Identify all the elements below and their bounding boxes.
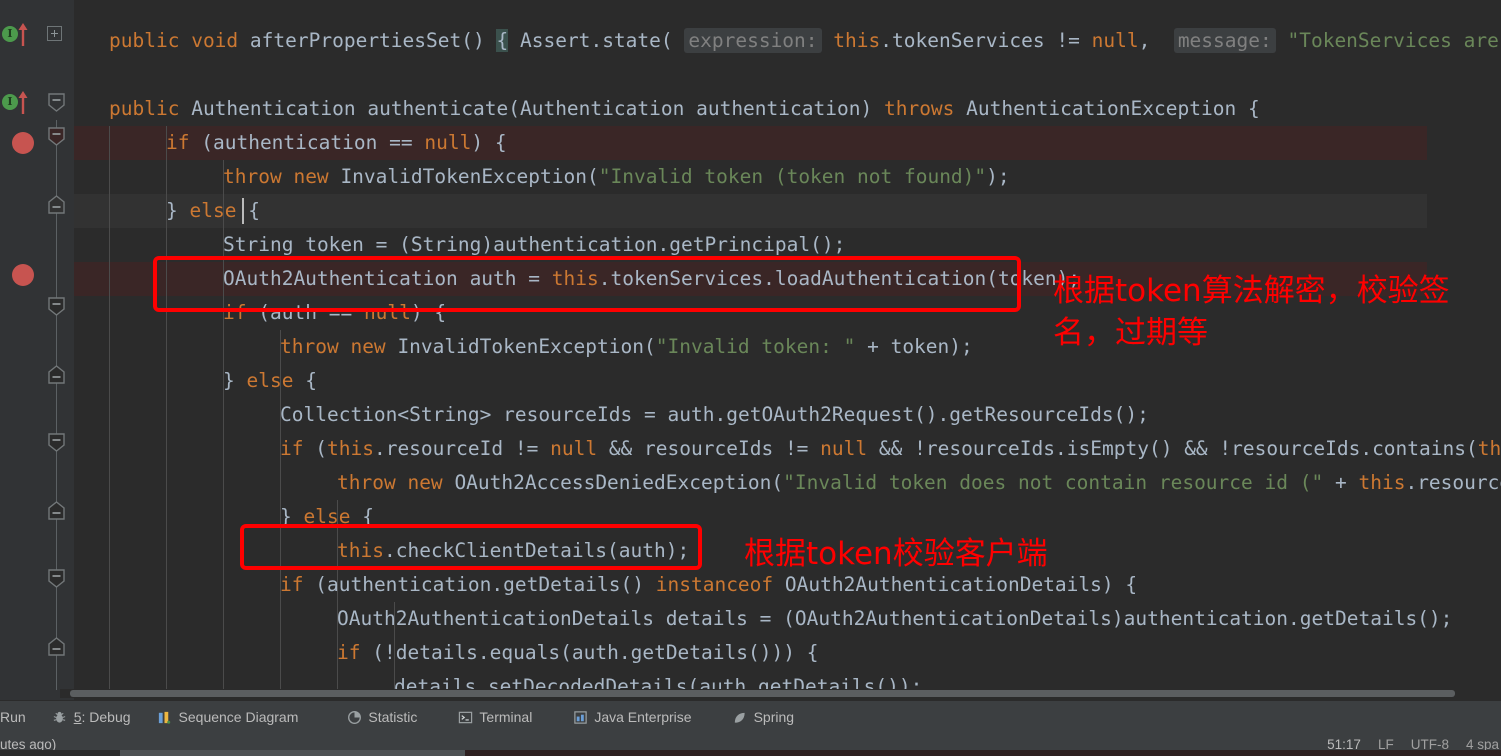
code-line[interactable]: if (auth == null) {	[74, 296, 446, 330]
fold-collapse-icon[interactable]	[47, 569, 66, 588]
horizontal-scrollbar-thumb[interactable]	[70, 690, 1455, 697]
tool-window-bar[interactable]: Run 5: Debug Sequence Diagram Statistic …	[0, 700, 1501, 733]
implemented-method-icon[interactable]: I	[2, 26, 18, 42]
code-line[interactable]: } else {	[74, 194, 260, 228]
terminal-icon	[457, 709, 473, 725]
tool-window-run-label: Run	[0, 709, 26, 725]
fold-expand-icon[interactable]	[47, 26, 62, 41]
fold-end-icon[interactable]	[47, 365, 66, 384]
tool-window-statistic-label: Statistic	[368, 709, 418, 725]
code-folding-column[interactable]	[40, 0, 74, 700]
fold-end-icon[interactable]	[47, 195, 66, 214]
implemented-method-icon[interactable]: I	[2, 94, 18, 110]
tool-window-sequence-diagram[interactable]: Sequence Diagram	[144, 701, 312, 734]
tool-window-java-enterprise-label: Java Enterprise	[594, 709, 692, 725]
code-line[interactable]: } else {	[74, 364, 317, 398]
text-caret	[242, 198, 244, 224]
sequence-diagram-icon	[157, 709, 173, 725]
tool-window-statistic[interactable]: Statistic	[333, 701, 430, 734]
code-line[interactable]: public Authentication authenticate(Authe…	[74, 92, 1260, 126]
tool-window-run[interactable]: Run	[0, 701, 39, 734]
code-line[interactable]: if (!details.equals(auth.getDetails())) …	[74, 636, 818, 670]
spring-leaf-icon	[732, 709, 748, 725]
code-line[interactable]: Collection<String> resourceIds = auth.ge…	[74, 398, 1149, 432]
code-line[interactable]: if (this.resourceId != null && resourceI…	[74, 432, 1501, 466]
java-enterprise-icon	[572, 709, 588, 725]
fold-collapse-icon[interactable]	[47, 93, 66, 112]
fold-collapse-icon[interactable]	[47, 433, 66, 452]
fold-collapse-icon[interactable]	[47, 127, 66, 146]
tool-window-debug-text: Debug	[89, 709, 131, 725]
tool-window-sequence-diagram-label: Sequence Diagram	[178, 709, 299, 725]
breakpoint-marker[interactable]	[12, 132, 34, 154]
tool-window-debug-shortcut: 5	[73, 709, 82, 725]
code-line[interactable]: } else {	[74, 500, 374, 534]
panel-edge-strip	[465, 750, 1501, 756]
annotation-text-decrypt-token: 根据token算法解密，校验签 名，过期等	[1053, 273, 1450, 351]
tool-window-spring-label: Spring	[753, 709, 795, 725]
annotation-text-check-client: 根据token校验客户端	[744, 536, 1048, 572]
tool-window-java-enterprise[interactable]: Java Enterprise	[559, 701, 704, 734]
code-line[interactable]: OAuth2Authentication auth = this.tokenSe…	[74, 262, 1080, 296]
tool-window-spring[interactable]: Spring	[719, 701, 807, 734]
pie-chart-icon	[346, 709, 362, 725]
code-line[interactable]: OAuth2AuthenticationDetails details = (O…	[74, 602, 1452, 636]
fold-collapse-icon[interactable]	[47, 297, 66, 316]
panel-edge-strip	[0, 750, 120, 756]
code-editor[interactable]: I I public void afterPropertiesSet() {A…	[0, 0, 1501, 700]
code-line[interactable]: this.checkClientDetails(auth);	[74, 534, 689, 568]
editor-gutter[interactable]: I I	[0, 0, 40, 700]
code-line[interactable]: throw new InvalidTokenException("Invalid…	[74, 160, 1010, 194]
tool-window-debug-label: 5: Debug	[73, 709, 131, 725]
code-line[interactable]: String token = (String)authentication.ge…	[74, 228, 845, 262]
override-arrow-icon[interactable]	[18, 90, 28, 114]
breakpoint-marker[interactable]	[12, 264, 34, 286]
fold-end-icon[interactable]	[47, 637, 66, 656]
tool-window-terminal-label: Terminal	[479, 709, 533, 725]
code-line[interactable]: public void afterPropertiesSet() { Asser…	[74, 24, 1501, 58]
ide-window: I I public void afterPropertiesSet() {A…	[0, 0, 1501, 756]
override-arrow-icon[interactable]	[18, 22, 28, 46]
code-line[interactable]: throw new InvalidTokenException("Invalid…	[74, 330, 973, 364]
fold-end-icon[interactable]	[47, 501, 66, 520]
tool-window-terminal[interactable]: Terminal	[444, 701, 545, 734]
tool-window-debug[interactable]: 5: Debug	[39, 701, 144, 734]
bug-icon	[52, 709, 68, 725]
panel-edge-strip-active	[120, 750, 465, 756]
code-line[interactable]: if (authentication == null) {	[74, 126, 507, 160]
code-line[interactable]: throw new OAuth2AccessDeniedException("I…	[74, 466, 1501, 500]
